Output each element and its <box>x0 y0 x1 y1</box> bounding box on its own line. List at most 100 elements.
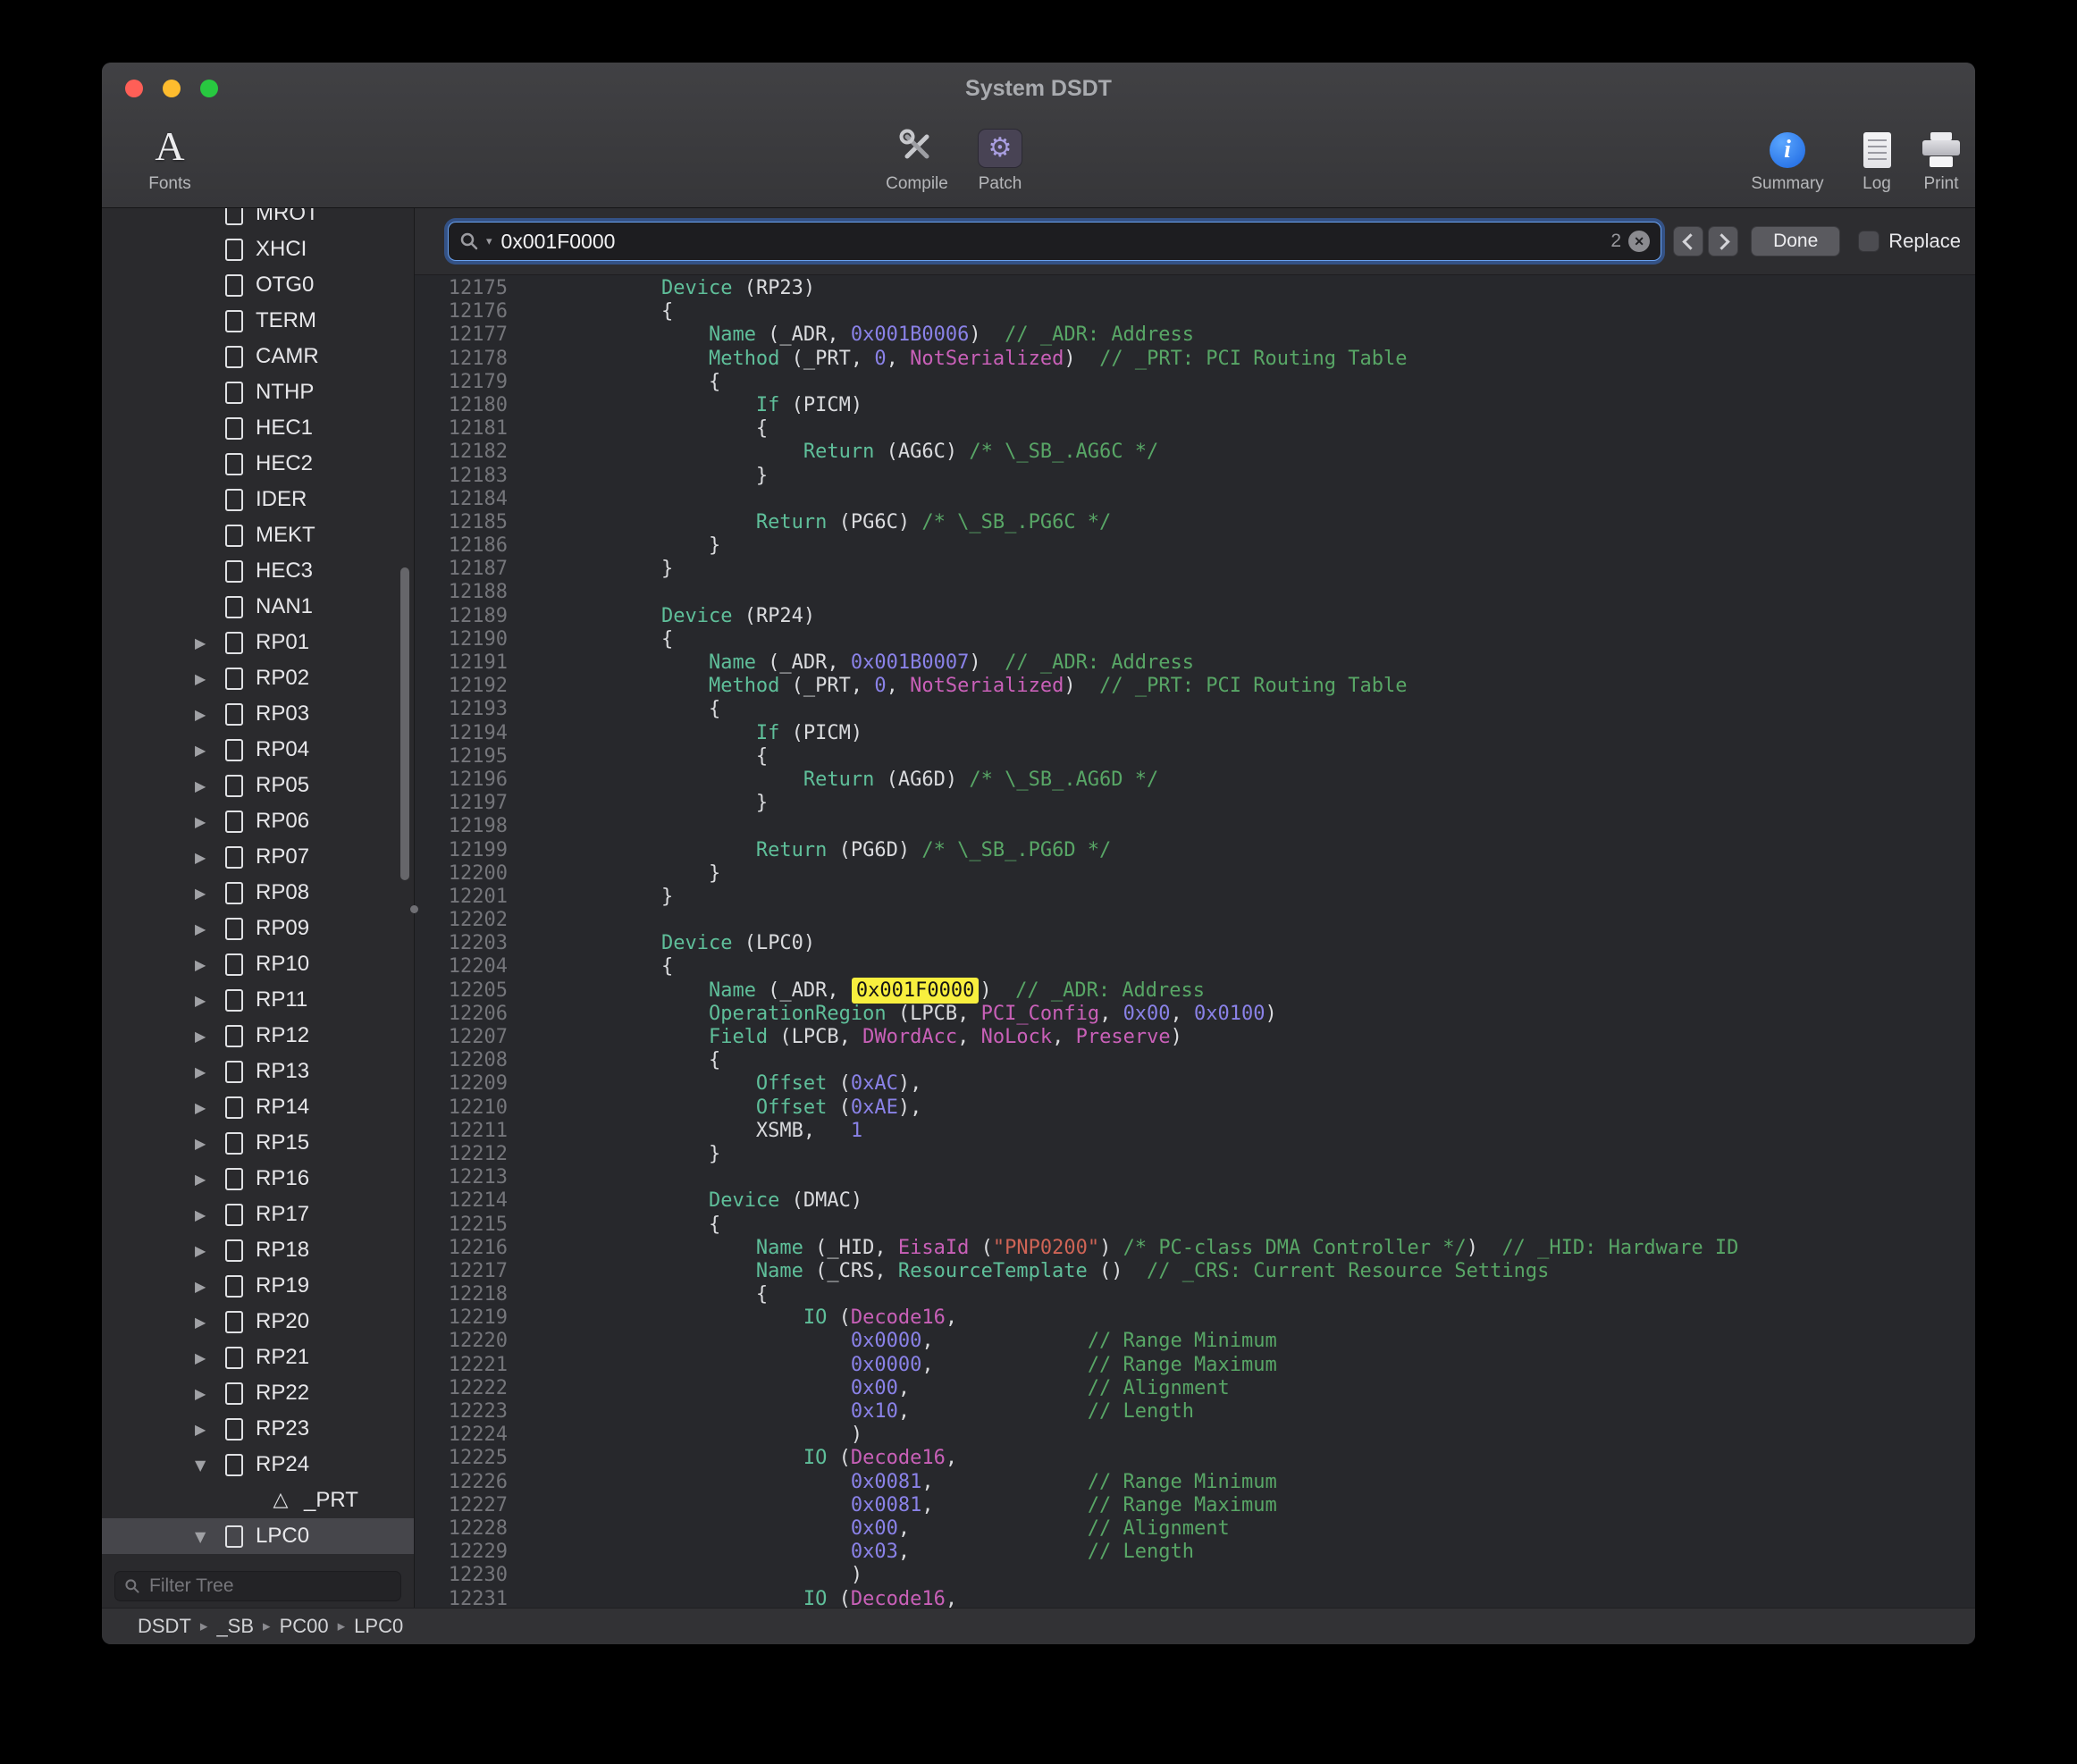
tree-item-rp16[interactable]: ▶RP16 <box>102 1161 414 1197</box>
tree-item-xhci[interactable]: XHCI <box>102 231 414 267</box>
tree-item-label: RP15 <box>256 1130 309 1155</box>
tree-item-mekt[interactable]: MEKT <box>102 517 414 553</box>
tree-item-rp17[interactable]: ▶RP17 <box>102 1197 414 1232</box>
tree-item-rp22[interactable]: ▶RP22 <box>102 1375 414 1411</box>
disclosure-triangle-icon[interactable]: ▼ <box>195 1457 225 1474</box>
sidebar-scrollbar[interactable] <box>400 567 409 880</box>
tree-item-nan1[interactable]: NAN1 <box>102 589 414 625</box>
disclosure-triangle-icon[interactable]: ▶ <box>195 885 225 902</box>
disclosure-triangle-icon[interactable]: ▶ <box>195 1135 225 1152</box>
tree-item-rp05[interactable]: ▶RP05 <box>102 768 414 803</box>
summary-button[interactable]: i Summary <box>1752 118 1823 194</box>
disclosure-triangle-icon[interactable]: ▶ <box>195 1099 225 1116</box>
tree-item-otg0[interactable]: OTG0 <box>102 267 414 303</box>
tree-item-rp07[interactable]: ▶RP07 <box>102 839 414 875</box>
disclosure-triangle-icon[interactable]: ▶ <box>195 1171 225 1188</box>
tree-item-rp18[interactable]: ▶RP18 <box>102 1232 414 1268</box>
disclosure-triangle-icon[interactable]: ▶ <box>195 742 225 759</box>
tree-item-hec3[interactable]: HEC3 <box>102 553 414 589</box>
disclosure-triangle-icon[interactable]: ▶ <box>195 777 225 794</box>
tree-item-rp03[interactable]: ▶RP03 <box>102 696 414 732</box>
search-input[interactable] <box>500 229 1604 255</box>
replace-label: Replace <box>1888 230 1961 253</box>
line-number: 12217 <box>415 1260 508 1283</box>
tree-item-nthp[interactable]: NTHP <box>102 374 414 410</box>
tree-item-_prt[interactable]: △_PRT <box>102 1483 414 1518</box>
fonts-button[interactable]: A Fonts <box>134 118 206 194</box>
breadcrumb-item[interactable]: LPC0 <box>354 1615 403 1638</box>
tree-item-rp04[interactable]: ▶RP04 <box>102 732 414 768</box>
disclosure-triangle-icon[interactable]: ▶ <box>195 813 225 830</box>
tree-item-rp24[interactable]: ▼RP24 <box>102 1447 414 1483</box>
tree-item-mrot[interactable]: MROT <box>102 208 414 231</box>
tree-item-rp13[interactable]: ▶RP13 <box>102 1054 414 1089</box>
disclosure-triangle-icon[interactable]: ▶ <box>195 920 225 937</box>
disclosure-triangle-icon[interactable]: ▶ <box>195 706 225 723</box>
search-scope-chevron-icon[interactable]: ▾ <box>486 235 492 248</box>
done-button[interactable]: Done <box>1751 226 1840 256</box>
breadcrumb-item[interactable]: PC00 <box>280 1615 329 1638</box>
tree-item-rp10[interactable]: ▶RP10 <box>102 946 414 982</box>
tree-item-rp06[interactable]: ▶RP06 <box>102 803 414 839</box>
print-button[interactable]: Print <box>1907 118 1975 194</box>
patch-button[interactable]: ⚙ Patch <box>964 118 1036 194</box>
tree-item-hec1[interactable]: HEC1 <box>102 410 414 446</box>
tree-item-camr[interactable]: CAMR <box>102 339 414 374</box>
log-label: Log <box>1863 174 1891 194</box>
tree-item-rp23[interactable]: ▶RP23 <box>102 1411 414 1447</box>
line-number: 12228 <box>415 1517 508 1541</box>
code-line: 12194 If (PICM) <box>415 722 1975 745</box>
search-icon[interactable] <box>459 231 479 251</box>
compile-button[interactable]: Compile <box>872 118 962 194</box>
tree-item-rp14[interactable]: ▶RP14 <box>102 1089 414 1125</box>
breadcrumb-item[interactable]: _SB <box>216 1615 254 1638</box>
tree-item-hec2[interactable]: HEC2 <box>102 446 414 482</box>
disclosure-triangle-icon[interactable]: ▶ <box>195 1314 225 1331</box>
disclosure-triangle-icon[interactable]: ▶ <box>195 1349 225 1366</box>
tree-item-lpc0[interactable]: ▼LPC0 <box>102 1518 414 1554</box>
tree-item-rp08[interactable]: ▶RP08 <box>102 875 414 911</box>
disclosure-triangle-icon[interactable]: ▶ <box>195 634 225 651</box>
tree-item-rp15[interactable]: ▶ RP15 <box>102 1125 414 1161</box>
disclosure-triangle-icon[interactable]: ▶ <box>195 670 225 687</box>
replace-checkbox[interactable] <box>1858 231 1879 252</box>
tree-item-rp09[interactable]: ▶RP09 <box>102 911 414 946</box>
document-icon <box>225 208 243 225</box>
disclosure-triangle-icon[interactable]: ▶ <box>195 1063 225 1080</box>
previous-match-button[interactable] <box>1673 226 1703 256</box>
tree-item-rp12[interactable]: ▶RP12 <box>102 1018 414 1054</box>
breadcrumb-item[interactable]: DSDT <box>138 1615 191 1638</box>
tree-item-ider[interactable]: IDER <box>102 482 414 517</box>
tree-item-term[interactable]: TERM <box>102 303 414 339</box>
disclosure-triangle-icon[interactable]: ▶ <box>195 1242 225 1259</box>
disclosure-triangle-icon[interactable]: ▶ <box>195 849 225 866</box>
log-button[interactable]: Log <box>1846 118 1908 194</box>
code-line: 12212 } <box>415 1143 1975 1166</box>
tree-item-rp02[interactable]: ▶RP02 <box>102 660 414 696</box>
disclosure-triangle-icon[interactable]: ▶ <box>195 1385 225 1402</box>
pane-splitter-handle[interactable] <box>410 905 418 913</box>
filter-tree-input[interactable] <box>147 1575 391 1598</box>
tree-item-label: _PRT <box>304 1488 358 1513</box>
disclosure-triangle-icon[interactable]: ▶ <box>195 1028 225 1045</box>
disclosure-triangle-icon[interactable]: ▶ <box>195 992 225 1009</box>
disclosure-triangle-icon[interactable]: ▶ <box>195 1278 225 1295</box>
line-number: 12208 <box>415 1049 508 1072</box>
next-match-button[interactable] <box>1708 226 1738 256</box>
disclosure-triangle-icon[interactable]: ▶ <box>195 1206 225 1223</box>
tree-item-rp20[interactable]: ▶RP20 <box>102 1304 414 1340</box>
patch-gear-icon: ⚙ <box>978 129 1022 168</box>
clear-search-icon[interactable]: ✕ <box>1628 231 1650 252</box>
tree-item-rp19[interactable]: ▶RP19 <box>102 1268 414 1304</box>
titlebar[interactable]: System DSDT <box>102 63 1975 114</box>
disclosure-triangle-icon[interactable]: ▶ <box>195 956 225 973</box>
code-line: 12181 { <box>415 417 1975 441</box>
disclosure-triangle-icon[interactable]: ▼ <box>195 1528 225 1545</box>
disclosure-triangle-icon[interactable]: ▶ <box>195 1421 225 1438</box>
code-editor[interactable]: 12175 Device (RP23)12176 {12177 Name (_A… <box>415 275 1975 1609</box>
tree-item-rp21[interactable]: ▶RP21 <box>102 1340 414 1375</box>
line-number: 12198 <box>415 815 508 838</box>
code-line: 12214 Device (DMAC) <box>415 1189 1975 1213</box>
tree-item-rp11[interactable]: ▶RP11 <box>102 982 414 1018</box>
tree-item-rp01[interactable]: ▶RP01 <box>102 625 414 660</box>
